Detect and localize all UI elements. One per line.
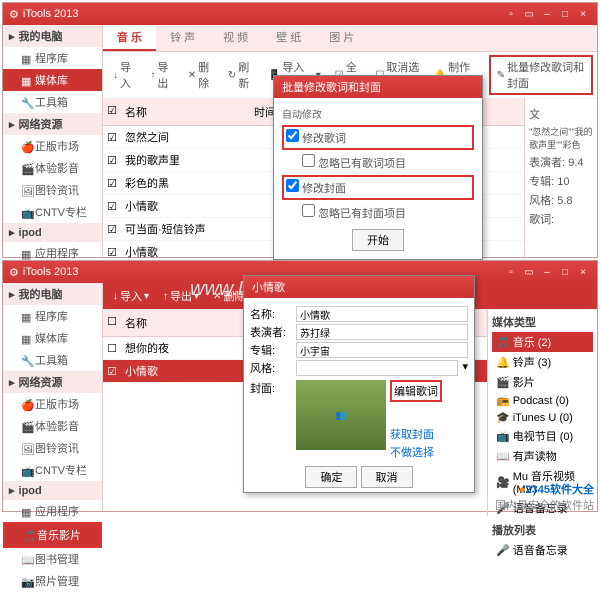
sidebar-item[interactable]: 🖼图铃资讯: [3, 437, 102, 459]
min-button[interactable]: –: [539, 7, 555, 21]
dialog-title: 小情歌: [244, 276, 474, 298]
app-logo-icon: ⚙: [9, 266, 19, 279]
win-btn[interactable]: ▫: [503, 265, 519, 279]
song-edit-dialog: 小情歌 名称: 表演者: 专辑: 风格:▾ 封面: 👥 编辑歌词 获取封面 不做…: [243, 275, 475, 493]
col-name[interactable]: 名称: [121, 102, 250, 122]
dialog-title: 批量修改歌词和封面: [274, 76, 482, 98]
chk-edit-cover[interactable]: 修改封面: [282, 175, 474, 200]
app-logo-icon: ⚙: [9, 8, 19, 21]
sidebar-group-network[interactable]: ▸ 网络资源: [3, 113, 102, 135]
tabs-top: 音 乐 铃 声 视 频 壁 纸 图 片: [103, 25, 597, 52]
sidebar-item[interactable]: ▦媒体库: [3, 327, 102, 349]
chk-ignore-cover[interactable]: 忽略已有封面项目: [282, 204, 474, 221]
sidebar-item[interactable]: 🖼图铃资讯: [3, 179, 102, 201]
sidebar-item[interactable]: 📺CNTV专栏: [3, 201, 102, 223]
titlebar-top: ⚙ iTools 2013 ▫ ▭ – □ ×: [3, 3, 597, 25]
media-type-music[interactable]: 🎵 音乐 (2): [492, 332, 593, 352]
max-button[interactable]: □: [557, 7, 573, 21]
refresh-button[interactable]: ↻刷新: [222, 57, 260, 93]
export-button[interactable]: ↑导出: [144, 57, 179, 93]
sidebar-item[interactable]: 📷照片管理: [3, 570, 102, 592]
cancel-button[interactable]: 取消: [361, 466, 413, 488]
win-btn[interactable]: ▭: [521, 7, 537, 21]
delete-button[interactable]: ✕删除: [182, 57, 220, 93]
min-button[interactable]: –: [539, 265, 555, 279]
sidebar-top: ▸ 我的电脑 ▦程序库 ▦媒体库 🔧工具箱 ▸ 网络资源 🍎正版市场 🎬体验影音…: [3, 25, 103, 257]
batch-edit-dialog: 批量修改歌词和封面 自动修改 修改歌词 忽略已有歌词项目 修改封面 忽略已有封面…: [273, 75, 483, 260]
close-button[interactable]: ×: [575, 265, 591, 279]
import-button[interactable]: ↓导入▾: [107, 286, 155, 306]
edit-lyrics-link[interactable]: 编辑歌词: [390, 380, 442, 402]
header-checkbox[interactable]: ☐: [103, 313, 121, 333]
media-type-item[interactable]: 🔔 铃声 (3): [492, 352, 593, 372]
win-btn[interactable]: ▭: [521, 265, 537, 279]
playlist-item[interactable]: 🎤 语音备忘录: [492, 540, 593, 560]
chk-edit-lyrics[interactable]: 修改歌词: [282, 125, 474, 150]
media-type-item[interactable]: 📖 有声读物: [492, 446, 593, 466]
sidebar-item-program-lib[interactable]: ▦程序库: [3, 47, 102, 69]
start-button[interactable]: 开始: [352, 229, 404, 251]
sidebar-item-music-video[interactable]: 🎵音乐影片: [3, 522, 102, 548]
footer-brand: ●2345软件大全 国内最安全的软件站: [495, 481, 594, 513]
sidebar-item-media-lib[interactable]: ▦媒体库: [3, 69, 102, 91]
app-title: iTools 2013: [23, 8, 79, 20]
album-input[interactable]: [296, 342, 468, 358]
media-type-item[interactable]: 📺 电视节目 (0): [492, 426, 593, 446]
name-input[interactable]: [296, 306, 468, 322]
sidebar-group-ipod[interactable]: ▸ ipod: [3, 481, 102, 500]
sidebar-group-mycomputer[interactable]: ▸ 我的电脑: [3, 25, 102, 47]
sidebar-item[interactable]: 🍎正版市场: [3, 393, 102, 415]
sidebar-item[interactable]: 📖图书管理: [3, 548, 102, 570]
ok-button[interactable]: 确定: [305, 466, 357, 488]
cover-image: 👥: [296, 380, 386, 450]
tab-music[interactable]: 音 乐: [103, 25, 156, 51]
get-cover-link[interactable]: 获取封面: [390, 426, 442, 442]
batch-edit-button[interactable]: ✎批量修改歌词和封面: [489, 55, 593, 95]
artist-input[interactable]: [296, 324, 468, 340]
sidebar-item[interactable]: 🎬体验影音: [3, 157, 102, 179]
sidebar-item-toolbox[interactable]: 🔧工具箱: [3, 91, 102, 113]
win-btn[interactable]: ▫: [503, 7, 519, 21]
tab-picture[interactable]: 图 片: [315, 25, 368, 51]
close-button[interactable]: ×: [575, 7, 591, 21]
sidebar-item[interactable]: 🍎正版市场: [3, 135, 102, 157]
import-button[interactable]: ↓导入: [107, 57, 142, 93]
media-type-item[interactable]: 📻 Podcast (0): [492, 392, 593, 409]
sidebar-bottom: ▸ 我的电脑 ▦程序库 ▦媒体库 🔧工具箱 ▸ 网络资源 🍎正版市场 🎬体验影音…: [3, 283, 103, 511]
no-select-link[interactable]: 不做选择: [390, 444, 442, 460]
sidebar-group-ipod[interactable]: ▸ ipod: [3, 223, 102, 242]
sidebar-group-mycomputer[interactable]: ▸ 我的电脑: [3, 283, 102, 305]
media-type-item[interactable]: 🎓 iTunes U (0): [492, 409, 593, 426]
sidebar-item[interactable]: 🔧工具箱: [3, 349, 102, 371]
media-type-item[interactable]: 🎬 影片: [492, 372, 593, 392]
tab-wallpaper[interactable]: 壁 纸: [262, 25, 315, 51]
genre-input[interactable]: [296, 360, 458, 376]
details-panel: 文 "忽然之间""我的歌声里""彩色 表演者: 9.4 专辑: 10 风格: 5…: [524, 99, 597, 287]
max-button[interactable]: □: [557, 265, 573, 279]
tab-ringtone[interactable]: 铃 声: [156, 25, 209, 51]
header-checkbox[interactable]: ☑: [103, 102, 121, 122]
chk-ignore-lyrics[interactable]: 忽略已有歌词项目: [282, 154, 474, 171]
tab-video[interactable]: 视 频: [209, 25, 262, 51]
sidebar-item[interactable]: 📺CNTV专栏: [3, 459, 102, 481]
export-button[interactable]: ↑导出▾: [157, 286, 205, 306]
sidebar-group-network[interactable]: ▸ 网络资源: [3, 371, 102, 393]
sidebar-item[interactable]: 🎬体验影音: [3, 415, 102, 437]
sidebar-item[interactable]: ▦程序库: [3, 305, 102, 327]
sidebar-item[interactable]: ▦应用程序: [3, 500, 102, 522]
